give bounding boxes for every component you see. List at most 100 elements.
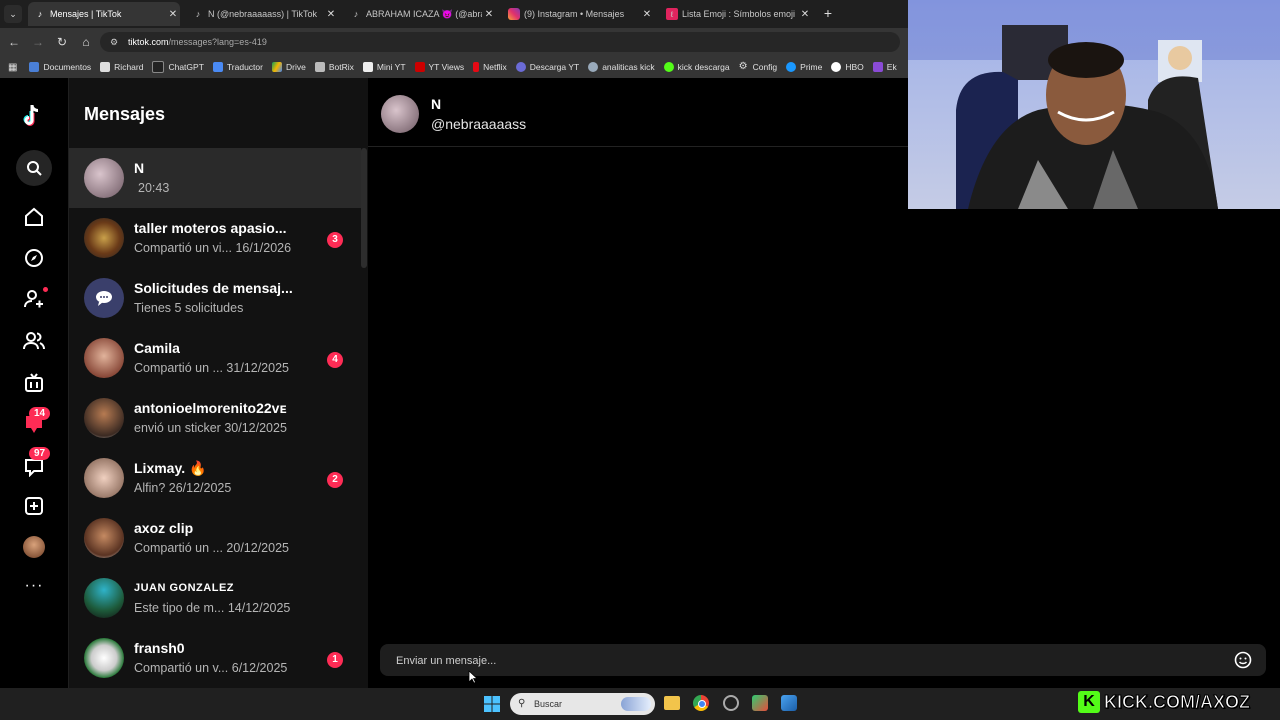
new-tab-button[interactable]: + [820, 5, 836, 21]
tab-search-button[interactable]: ⌄ [4, 5, 22, 23]
bookmark-botrix[interactable]: BotRix [314, 62, 354, 72]
taskbar-search[interactable]: ⚲ Buscar [510, 693, 655, 715]
activity-badge: 14 [29, 407, 51, 420]
bookmark-kick-descarga[interactable]: kick descarga [663, 62, 730, 72]
bookmark-icon [271, 62, 282, 72]
bookmark-ek[interactable]: Ek [872, 62, 897, 72]
profile-avatar[interactable] [23, 536, 45, 558]
conversation-preview: Compartió un vi... [134, 241, 232, 255]
mouse-cursor-icon [468, 670, 479, 684]
home-icon[interactable] [22, 205, 46, 229]
conversation-item-juan-gonzalez[interactable]: JUAN GONZALEZ Este tipo de m... 14/12/20… [69, 568, 361, 628]
bookmark-icon [515, 62, 526, 72]
bookmark-documentos[interactable]: Documentos [29, 62, 91, 72]
bookmark-yt-views[interactable]: YT Views [414, 62, 465, 72]
apps-grid-icon[interactable]: ▦ [8, 62, 17, 73]
conversation-item-axoz-clip[interactable]: axoz clip Compartió un ... 20/12/2025 [69, 508, 361, 568]
conversation-time: 20:43 [138, 181, 170, 195]
tab-lista-emoji[interactable]: ℓ Lista Emoji : Símbolos emoji na ✕ [660, 2, 812, 26]
tiktok-icon: ♪ [37, 9, 43, 19]
bookmark-config[interactable]: ⚙ Config [739, 62, 778, 73]
chat-contact-handle[interactable]: @nebraaaaass [431, 116, 526, 132]
close-icon[interactable]: ✕ [482, 9, 496, 20]
bookmark-chatgpt[interactable]: ChatGPT [152, 61, 204, 73]
bookmark-traductor[interactable]: Traductor [212, 62, 263, 72]
bookmark-label: YT Views [428, 62, 465, 72]
explore-compass-icon[interactable] [22, 246, 46, 270]
conversation-scrollbar[interactable] [361, 148, 367, 268]
instagram-icon [508, 8, 520, 20]
reload-icon[interactable]: ↻ [54, 34, 70, 50]
file-explorer-icon[interactable] [664, 696, 680, 710]
chrome-icon[interactable] [693, 695, 709, 711]
avatar [84, 578, 124, 618]
close-icon[interactable]: ✕ [640, 9, 654, 20]
more-icon[interactable]: ··· [22, 574, 46, 598]
chat-avatar[interactable] [381, 95, 419, 133]
conversation-date: 6/12/2025 [231, 661, 288, 675]
tab-abraham-icaza[interactable]: ♪ ABRAHAM ICAZA 😈 (@abrah ✕ [344, 2, 496, 26]
webcam-overlay [908, 0, 1280, 209]
avatar [84, 638, 124, 678]
tab-mensajes-tiktok[interactable]: ♪ Mensajes | TikTok ✕ [28, 2, 180, 26]
conversation-item-taller-moteros[interactable]: taller moteros apasio... Compartió un vi… [69, 208, 361, 268]
bookmark-label: Ek [886, 62, 897, 72]
bookmark-label: analiticas kick [602, 62, 655, 72]
activity-icon[interactable]: 14 [22, 407, 51, 437]
tiktok-icon: ♪ [195, 9, 201, 19]
conversation-preview: Compartió un ... [134, 541, 223, 555]
bookmark-prime[interactable]: Prime [786, 62, 822, 72]
close-icon[interactable]: ✕ [798, 9, 812, 20]
avatar [84, 518, 124, 558]
bookmark-icon [314, 62, 325, 72]
bookmark-label: ChatGPT [168, 62, 204, 72]
tiktok-logo-icon[interactable] [22, 103, 46, 127]
bookmark-icon [473, 62, 480, 72]
bookmark-analiticas-kick[interactable]: analiticas kick [588, 62, 655, 72]
conversation-item-n[interactable]: N 20:43 [69, 148, 361, 208]
home-icon[interactable]: ⌂ [78, 34, 94, 50]
bookmark-mini-yt[interactable]: Mini YT [362, 62, 406, 72]
live-tv-icon[interactable] [22, 371, 46, 395]
bookmark-icon [663, 62, 674, 72]
windows-taskbar: ⚲ Buscar K KICK.COM/AXOZ [0, 688, 1280, 720]
chat-contact-name[interactable]: N [431, 96, 441, 112]
conversation-item-camila[interactable]: Camila Compartió un ... 31/12/2025 4 [69, 328, 361, 388]
bookmark-hbo[interactable]: HBO [831, 62, 864, 72]
close-icon[interactable]: ✕ [166, 9, 180, 20]
messages-icon[interactable]: 97 [22, 447, 51, 479]
tab-title: N (@nebraaaaass) | TikTok [208, 9, 318, 19]
friends-icon[interactable] [22, 329, 46, 353]
forward-icon[interactable]: → [30, 34, 46, 50]
bookmark-descarga-yt[interactable]: Descarga YT [515, 62, 579, 72]
tab-nebraaaaass[interactable]: ♪ N (@nebraaaaass) | TikTok ✕ [186, 2, 338, 26]
obs-icon[interactable] [723, 695, 739, 711]
conversation-date: 26/12/2025 [168, 481, 232, 495]
message-composer [380, 644, 1266, 676]
bookmark-drive[interactable]: Drive [271, 62, 306, 72]
conversation-date: 30/12/2025 [224, 421, 287, 435]
back-icon[interactable]: ← [6, 34, 22, 50]
address-bar[interactable]: ⚙ tiktok.com/messages?lang=es-419 [100, 32, 900, 52]
windows-start-icon[interactable] [484, 696, 500, 712]
following-icon[interactable] [22, 287, 48, 311]
close-icon[interactable]: ✕ [324, 9, 338, 20]
conversation-item-antonioelmorenito[interactable]: antonioelmorenito22ᴠᴇ envió un sticker 3… [69, 388, 361, 448]
conversation-item-lixmay[interactable]: Lixmay. 🔥 Alfin? 26/12/2025 2 [69, 448, 361, 508]
upload-icon[interactable] [22, 494, 46, 518]
conversation-item-fransh0[interactable]: fransh0 Compartió un v... 6/12/2025 1 [69, 628, 361, 688]
app-icon[interactable] [781, 695, 797, 711]
site-info-icon[interactable]: ⚙ [110, 32, 118, 52]
bookmark-icon [831, 62, 842, 72]
conversation-item-solicitudes[interactable]: Solicitudes de mensaj... Tienes 5 solici… [69, 268, 361, 328]
tab-title: ABRAHAM ICAZA 😈 (@abrah [366, 8, 482, 19]
app-icon[interactable] [752, 695, 768, 711]
message-input[interactable] [394, 650, 1198, 672]
url-path: /messages?lang=es-419 [168, 37, 267, 47]
bookmark-netflix[interactable]: Netflix [473, 62, 507, 72]
avatar [84, 398, 124, 438]
search-button[interactable] [16, 150, 52, 186]
bookmark-richard[interactable]: Richard [100, 62, 143, 72]
emoji-icon[interactable] [1234, 651, 1252, 669]
tab-instagram[interactable]: (9) Instagram • Mensajes ✕ [502, 2, 654, 26]
